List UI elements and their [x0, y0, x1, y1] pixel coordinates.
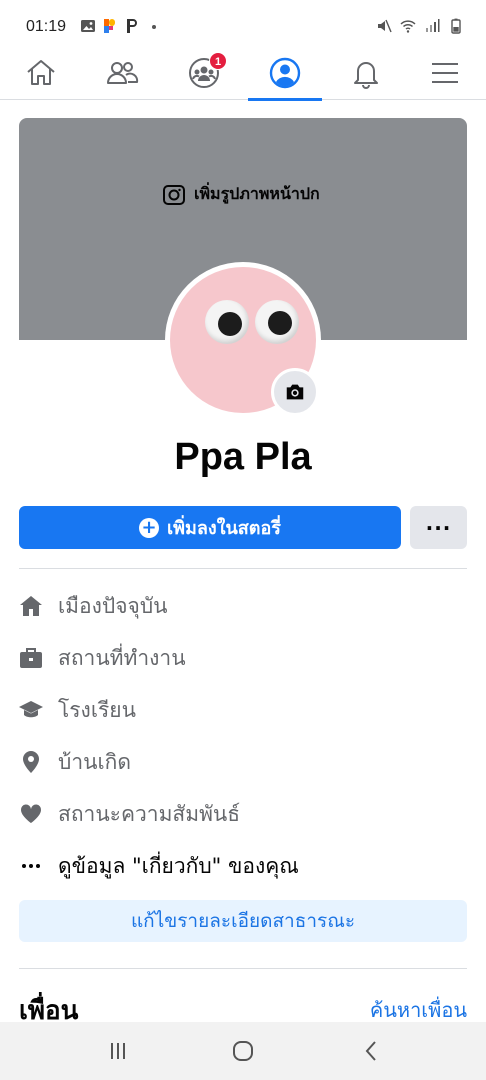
info-label: โรงเรียน — [58, 697, 136, 722]
divider — [19, 968, 467, 969]
battery-icon — [451, 18, 461, 34]
profile-name: Ppa Pla — [174, 436, 312, 478]
location-pin-icon — [23, 751, 39, 773]
back-button[interactable] — [356, 1036, 386, 1066]
wifi-icon — [400, 20, 416, 33]
tab-friends[interactable] — [83, 46, 161, 100]
info-label: สถานที่ทำงาน — [58, 645, 186, 670]
image-icon — [81, 20, 95, 32]
plus-icon: + — [139, 517, 160, 538]
add-cover-photo-label: เพิ่มรูปภาพหน้าปก — [194, 184, 320, 203]
briefcase-icon — [20, 648, 42, 668]
system-nav-bar — [0, 1022, 486, 1080]
googly-eye-right — [255, 300, 299, 344]
status-notification-icons — [80, 18, 162, 34]
p-app-icon — [104, 19, 115, 33]
back-chevron-icon — [365, 1041, 376, 1061]
info-label: เมืองปัจจุบัน — [58, 593, 168, 618]
status-system-icons — [376, 18, 464, 34]
p-app-icon — [127, 19, 137, 33]
bell-icon — [354, 62, 378, 89]
status-time: 01:19 — [26, 18, 67, 35]
add-cover-photo-button[interactable]: เพิ่มรูปภาพหน้าปก — [162, 182, 320, 207]
recent-apps-icon — [111, 1043, 125, 1059]
notification-badge: 1 — [209, 52, 227, 70]
divider — [19, 568, 467, 569]
change-profile-picture-button[interactable] — [271, 368, 319, 416]
tab-notifications[interactable] — [327, 46, 405, 100]
tab-menu[interactable] — [406, 46, 484, 100]
info-row-hometown[interactable]: บ้านเกิด — [19, 742, 467, 782]
more-dots-icon — [22, 864, 40, 868]
add-to-story-label: เพิ่มลงในสตอรี่ — [167, 518, 281, 539]
tab-groups[interactable]: 1 — [165, 46, 243, 100]
home-button[interactable] — [228, 1036, 258, 1066]
heart-icon — [20, 804, 42, 823]
friends-icon — [107, 62, 139, 84]
dot-icon — [152, 25, 156, 29]
profile-icon — [269, 57, 301, 89]
top-nav-bar: 1 — [0, 46, 486, 101]
home-icon — [20, 596, 42, 616]
graduation-cap-icon — [19, 701, 43, 718]
add-to-story-button[interactable]: + เพิ่มลงในสตอรี่ — [19, 506, 401, 549]
camera-icon — [163, 184, 185, 205]
info-row-school[interactable]: โรงเรียน — [19, 690, 467, 730]
mute-icon — [378, 19, 392, 33]
home-icon — [27, 60, 55, 85]
info-label: ดูข้อมูล "เกี่ยวกับ" ของคุณ — [58, 853, 299, 878]
menu-icon — [432, 63, 458, 83]
more-options-button[interactable]: ··· — [410, 506, 467, 549]
tab-home[interactable] — [2, 46, 80, 100]
recent-apps-button[interactable] — [103, 1036, 133, 1066]
status-bar: 01:19 — [0, 0, 486, 52]
info-row-relationship[interactable]: สถานะความสัมพันธ์ — [19, 794, 467, 834]
home-circle-icon — [233, 1041, 253, 1061]
see-about-info-row[interactable]: ดูข้อมูล "เกี่ยวกับ" ของคุณ — [19, 846, 467, 886]
googly-eye-left — [205, 300, 249, 344]
camera-icon — [286, 384, 304, 400]
info-label: บ้านเกิด — [58, 749, 132, 774]
info-row-workplace[interactable]: สถานที่ทำงาน — [19, 638, 467, 678]
edit-public-details-button[interactable]: แก้ไขรายละเอียดสาธารณะ — [19, 900, 467, 942]
info-label: สถานะความสัมพันธ์ — [58, 801, 241, 826]
signal-icon — [426, 19, 440, 32]
tab-profile[interactable] — [246, 46, 324, 101]
info-row-current-city[interactable]: เมืองปัจจุบัน — [19, 586, 467, 626]
